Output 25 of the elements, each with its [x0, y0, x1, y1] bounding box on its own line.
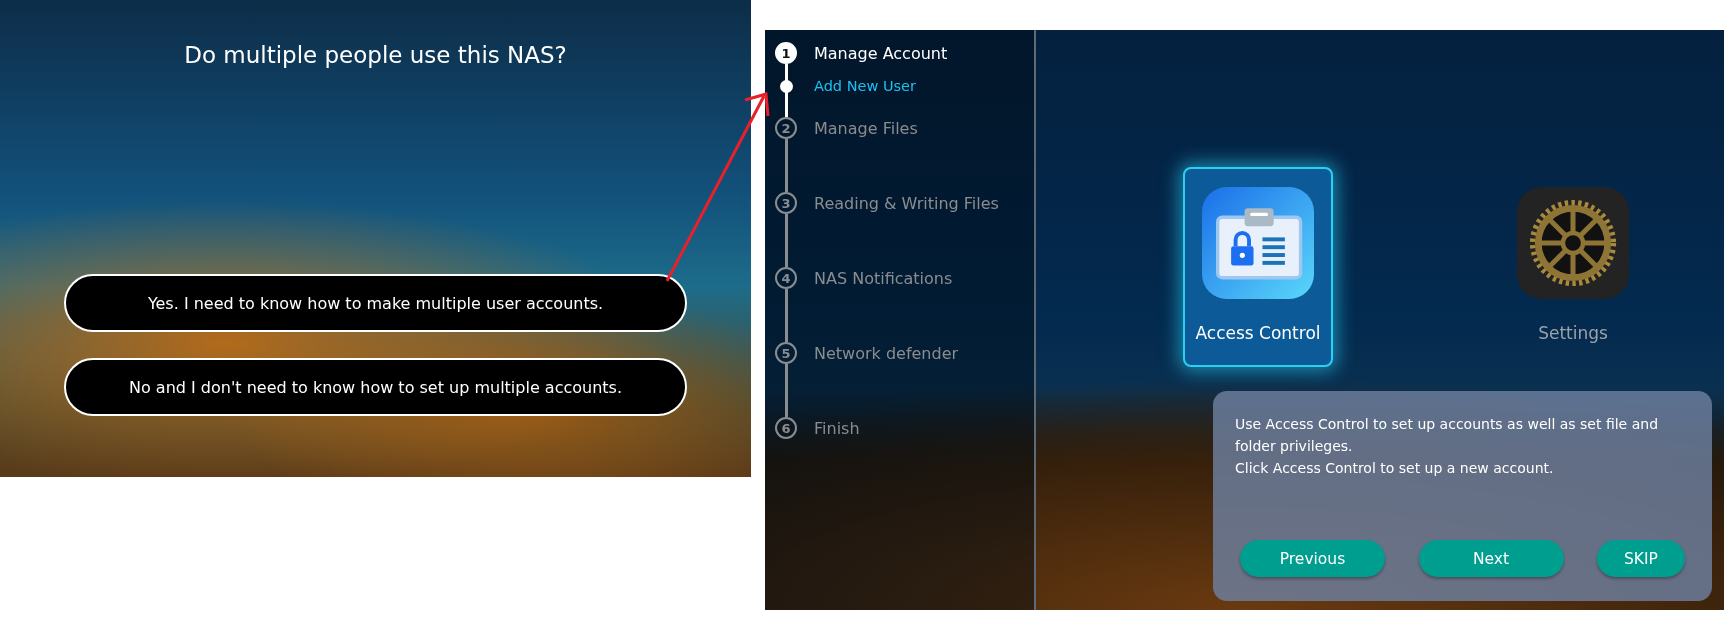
tooltip-text: Use Access Control to set up accounts as well as set file and folder privileges. — [1235, 415, 1659, 456]
app-tile[interactable]: Settings — [1498, 167, 1648, 367]
tour-button[interactable]: Next — [1418, 540, 1564, 577]
step-label: Manage Files — [814, 118, 918, 140]
step-label: Network defender — [814, 343, 959, 365]
tour-button[interactable]: Previous — [1240, 540, 1385, 577]
id-card-lock-icon — [1202, 187, 1314, 299]
app-tile[interactable]: Access Control — [1183, 167, 1333, 367]
gear-icon — [1517, 187, 1629, 299]
step-number: 4 — [775, 267, 797, 289]
step-number: 6 — [775, 417, 797, 439]
answer-button[interactable]: No and I don't need to know how to set up multiple accounts. — [64, 358, 687, 416]
step-number: 1 — [775, 42, 797, 64]
tooltip-text: Click Access Control to set up a new account. — [1235, 459, 1555, 478]
tour-button[interactable]: SKIP — [1597, 540, 1685, 577]
step-label: Reading & Writing Files — [814, 193, 999, 215]
answer-button[interactable]: Yes. I need to know how to make multiple user accounts. — [64, 274, 687, 332]
substep-label: Add New User — [814, 78, 916, 94]
step-label: Finish — [814, 418, 860, 440]
step-number: 3 — [775, 192, 797, 214]
step-number: 5 — [775, 342, 797, 364]
step-label: NAS Notifications — [814, 268, 953, 290]
question-title: Do multiple people use this NAS? — [184, 42, 567, 68]
step-label: Manage Account — [814, 43, 948, 65]
step-number: 2 — [775, 117, 797, 139]
